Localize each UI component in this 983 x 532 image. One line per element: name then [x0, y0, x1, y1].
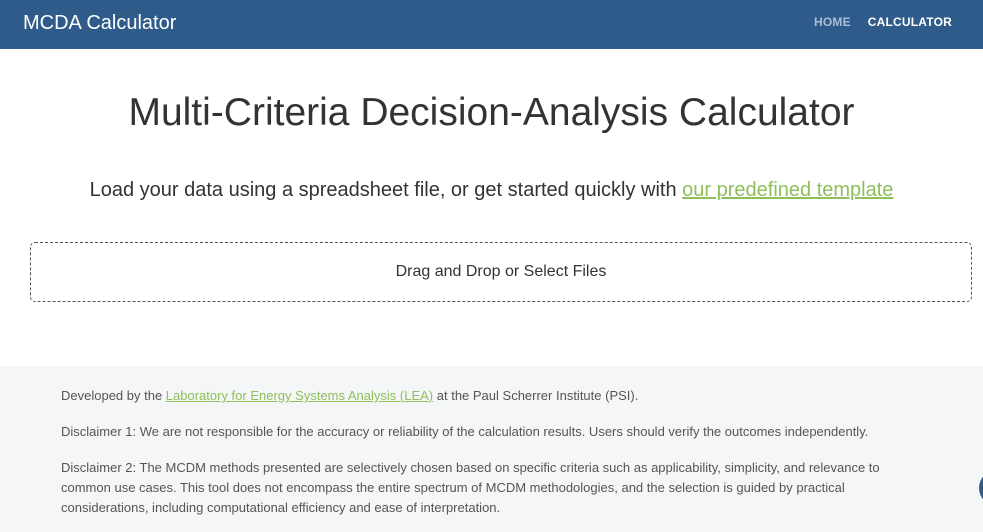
- nav-home-link[interactable]: HOME: [814, 15, 851, 29]
- nav-calculator-link[interactable]: CALCULATOR: [868, 15, 952, 29]
- developed-by-suffix: at the Paul Scherrer Institute (PSI).: [433, 388, 639, 403]
- file-dropzone[interactable]: Drag and Drop or Select Files: [30, 242, 972, 302]
- disclaimer-2: Disclaimer 2: The MCDM methods presented…: [61, 460, 880, 515]
- lea-link[interactable]: Laboratory for Energy Systems Analysis (…: [166, 388, 433, 403]
- developed-by-prefix: Developed by the: [61, 388, 166, 403]
- predefined-template-link[interactable]: our predefined template: [682, 179, 893, 201]
- top-navbar: MCDA Calculator HOME CALCULATOR: [0, 0, 983, 49]
- disclaimer-1: Disclaimer 1: We are not responsible for…: [61, 424, 869, 439]
- brand-title[interactable]: MCDA Calculator: [23, 11, 176, 35]
- nav-links: HOME CALCULATOR: [814, 15, 952, 29]
- dropzone-label: Drag and Drop or Select Files: [395, 263, 607, 280]
- page-title: Multi-Criteria Decision-Analysis Calcula…: [128, 91, 855, 134]
- intro-text-prefix: Load your data using a spreadsheet file,…: [89, 179, 683, 201]
- intro-text: Load your data using a spreadsheet file,…: [0, 178, 983, 202]
- footer-developed-by: Developed by the Laboratory for Energy S…: [61, 386, 911, 406]
- footer: Developed by the Laboratory for Energy S…: [0, 366, 983, 532]
